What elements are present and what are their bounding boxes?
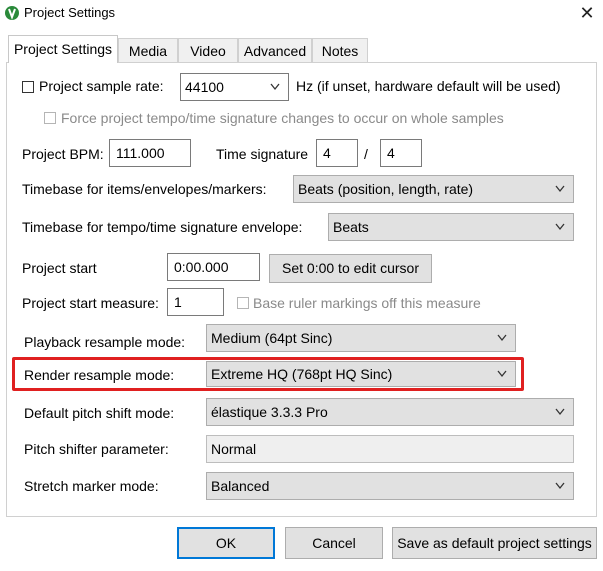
pitch-shift-select[interactable]: élastique 3.3.3 Pro: [206, 398, 574, 426]
chevron-down-icon: [497, 334, 507, 342]
project-start-label: Project start: [22, 260, 97, 276]
tab-advanced[interactable]: Advanced: [238, 38, 312, 62]
playback-resample-value: Medium (64pt Sinc): [211, 330, 333, 346]
close-icon[interactable]: ✕: [575, 2, 599, 24]
cancel-button[interactable]: Cancel: [285, 527, 383, 559]
timebase-tempo-value: Beats: [333, 219, 369, 235]
tab-project-settings[interactable]: Project Settings: [8, 35, 118, 63]
bpm-input[interactable]: 111.000: [109, 139, 191, 167]
force-tempo-checkbox[interactable]: [44, 112, 56, 124]
timebase-items-value: Beats (position, length, rate): [298, 181, 474, 197]
render-resample-select[interactable]: Extreme HQ (768pt HQ Sinc): [206, 361, 516, 387]
playback-resample-select[interactable]: Medium (64pt Sinc): [206, 324, 516, 352]
base-ruler-label: Base ruler markings off this measure: [253, 295, 481, 311]
bpm-label: Project BPM:: [22, 146, 104, 162]
stretch-marker-label: Stretch marker mode:: [24, 478, 159, 494]
ok-button[interactable]: OK: [177, 527, 275, 559]
tab-notes[interactable]: Notes: [312, 38, 368, 62]
save-default-button[interactable]: Save as default project settings: [392, 527, 597, 559]
time-signature-separator: /: [364, 146, 368, 162]
time-signature-numerator[interactable]: 4: [316, 139, 358, 167]
sample-rate-select[interactable]: 44100: [180, 73, 289, 101]
timebase-tempo-label: Timebase for tempo/time signature envelo…: [22, 219, 303, 235]
force-tempo-label: Force project tempo/time signature chang…: [61, 110, 504, 126]
timebase-items-select[interactable]: Beats (position, length, rate): [293, 175, 574, 203]
timebase-items-label: Timebase for items/envelopes/markers:: [22, 181, 267, 197]
sample-rate-value: 44100: [185, 79, 224, 95]
pitch-shift-label: Default pitch shift mode:: [24, 405, 175, 421]
timebase-tempo-select[interactable]: Beats: [328, 213, 574, 241]
sample-rate-checkbox[interactable]: [22, 81, 34, 93]
chevron-down-icon: [270, 83, 280, 91]
start-measure-label: Project start measure:: [22, 295, 159, 311]
chevron-down-icon: [497, 370, 507, 378]
render-resample-value: Extreme HQ (768pt HQ Sinc): [211, 366, 393, 382]
base-ruler-checkbox[interactable]: [237, 297, 249, 309]
stretch-marker-value: Balanced: [211, 478, 270, 494]
window-title: Project Settings: [24, 5, 116, 20]
reaper-logo-icon: [5, 6, 19, 20]
tab-media[interactable]: Media: [118, 38, 178, 62]
stretch-marker-select[interactable]: Balanced: [206, 472, 574, 500]
chevron-down-icon: [555, 185, 565, 193]
sample-rate-hint: Hz (if unset, hardware default will be u…: [296, 78, 561, 94]
render-resample-label: Render resample mode:: [24, 367, 175, 383]
pitch-param-label: Pitch shifter parameter:: [24, 441, 169, 457]
chevron-down-icon: [555, 408, 565, 416]
chevron-down-icon: [555, 482, 565, 490]
set-edit-cursor-button[interactable]: Set 0:00 to edit cursor: [269, 254, 432, 283]
pitch-shift-value: élastique 3.3.3 Pro: [211, 404, 328, 420]
pitch-param-field[interactable]: Normal: [206, 435, 574, 463]
playback-resample-label: Playback resample mode:: [24, 334, 186, 350]
chevron-down-icon: [555, 223, 565, 231]
time-signature-label: Time signature: [216, 146, 309, 162]
time-signature-denominator[interactable]: 4: [380, 139, 422, 167]
project-start-input[interactable]: 0:00.000: [167, 253, 260, 281]
sample-rate-label: Project sample rate:: [39, 78, 164, 94]
start-measure-input[interactable]: 1: [167, 288, 224, 316]
tab-video[interactable]: Video: [178, 38, 238, 62]
